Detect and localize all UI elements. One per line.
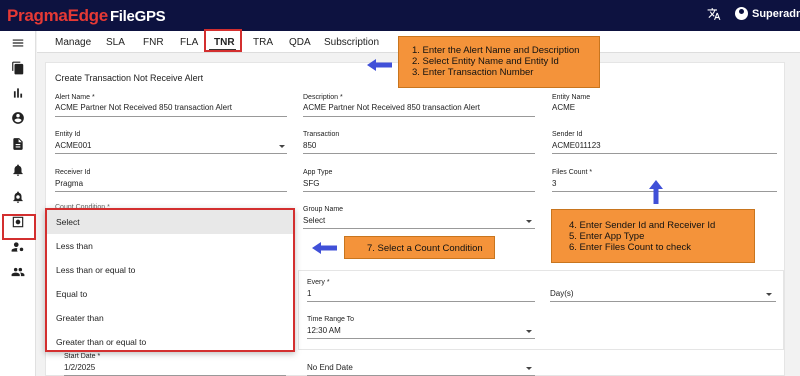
brand-name: PragmaEdge — [7, 6, 108, 25]
callout-line: 3. Enter Transaction Number — [412, 67, 534, 78]
description-label: Description * — [303, 94, 343, 101]
description-input[interactable]: ACME Partner Not Received 850 transactio… — [303, 103, 480, 112]
chevron-down-icon[interactable] — [526, 367, 532, 370]
every-label: Every * — [307, 279, 330, 286]
user-menu[interactable]: Superadmin — [735, 7, 800, 20]
files-count-underline — [552, 191, 777, 192]
app-logo[interactable]: PragmaEdge FileGPS — [7, 6, 166, 26]
dropdown-option[interactable]: Less than — [47, 234, 293, 258]
sender-id-underline — [552, 153, 777, 154]
every-unit-select[interactable]: Day(s) — [550, 289, 574, 298]
files-icon[interactable] — [9, 59, 27, 77]
form-title: Create Transaction Not Receive Alert — [55, 73, 204, 83]
end-date-select[interactable]: No End Date — [307, 363, 353, 372]
callout-line: 5. Enter App Type — [569, 231, 645, 242]
chevron-down-icon[interactable] — [766, 293, 772, 296]
receiver-id-label: Receiver Id — [55, 169, 91, 176]
dropdown-option[interactable]: Greater than — [47, 306, 293, 330]
tab-qda[interactable]: QDA — [289, 37, 311, 48]
files-count-input[interactable]: 3 — [552, 179, 556, 188]
sender-id-label: Sender Id — [552, 131, 583, 138]
every-input[interactable]: 1 — [307, 289, 311, 298]
chevron-down-icon[interactable] — [279, 145, 285, 148]
arrow-left-icon — [312, 241, 337, 254]
alert-name-underline — [55, 116, 287, 117]
chevron-down-icon[interactable] — [526, 330, 532, 333]
document-icon[interactable] — [9, 135, 27, 153]
transaction-input[interactable]: 850 — [303, 141, 316, 150]
receiver-id-underline — [55, 191, 287, 192]
tab-subscription[interactable]: Subscription — [324, 37, 379, 48]
sidebar — [0, 31, 36, 376]
app-type-underline — [303, 191, 535, 192]
tab-tra[interactable]: TRA — [253, 37, 273, 48]
instruction-callout-2: 4. Enter Sender Id and Receiver Id 5. En… — [551, 209, 755, 263]
tab-fnr[interactable]: FNR — [143, 37, 164, 48]
product-name: FileGPS — [109, 8, 166, 25]
settings-box-icon[interactable] — [9, 213, 27, 231]
group-name-select[interactable]: Select — [303, 216, 325, 225]
group-name-underline — [303, 228, 535, 229]
group-icon[interactable] — [9, 263, 27, 281]
start-date-input[interactable]: 1/2/2025 — [64, 363, 95, 372]
entity-id-label: Entity Id — [55, 131, 81, 138]
callout-line: 1. Enter the Alert Name and Description — [412, 45, 580, 56]
user-settings-icon[interactable] — [9, 238, 27, 256]
time-range-to-select[interactable]: 12:30 AM — [307, 326, 341, 335]
alert-bell-icon[interactable] — [9, 161, 27, 179]
dropdown-option[interactable]: Less than or equal to — [47, 258, 293, 282]
arrow-up-icon — [649, 180, 663, 204]
user-icon — [735, 7, 748, 20]
app-type-input[interactable]: SFG — [303, 179, 319, 188]
dropdown-option[interactable]: Equal to — [47, 282, 293, 306]
callout-line: 4. Enter Sender Id and Receiver Id — [569, 220, 716, 231]
tab-manage[interactable]: Manage — [55, 37, 91, 48]
time-range-to-label: Time Range To — [307, 316, 355, 323]
chevron-down-icon[interactable] — [526, 220, 532, 223]
receiver-id-input[interactable]: Pragma — [55, 179, 83, 188]
tab-sla[interactable]: SLA — [106, 37, 125, 48]
group-name-label: Group Name — [303, 206, 344, 213]
files-count-label: Files Count * — [552, 169, 593, 176]
sender-id-input[interactable]: ACME011123 — [552, 141, 601, 150]
start-date-label: Start Date * — [64, 353, 101, 360]
alert-name-label: Alert Name * — [55, 94, 95, 101]
account-circle-icon[interactable] — [9, 109, 27, 127]
transaction-underline — [303, 153, 535, 154]
callout-line: 7. Select a Count Condition — [367, 243, 483, 254]
entity-id-underline — [55, 153, 287, 154]
transaction-label: Transaction — [303, 131, 340, 138]
every-underline — [307, 301, 535, 302]
callout-line: 6. Enter Files Count to check — [569, 242, 691, 253]
dropdown-option[interactable]: Select — [47, 210, 293, 234]
instruction-callout-3: 7. Select a Count Condition — [344, 236, 495, 259]
instruction-callout-1: 1. Enter the Alert Name and Description … — [398, 36, 600, 88]
count-condition-dropdown: Select Less than Less than or equal to E… — [45, 208, 295, 352]
app-type-label: App Type — [303, 169, 333, 176]
alert-name-input[interactable]: ACME Partner Not Received 850 transactio… — [55, 103, 232, 112]
description-underline — [303, 116, 535, 117]
menu-icon[interactable] — [9, 34, 27, 52]
tab-fla[interactable]: FLA — [180, 37, 198, 48]
active-tab-highlight — [204, 29, 242, 52]
bar-chart-icon[interactable] — [9, 84, 27, 102]
translate-icon[interactable] — [706, 7, 722, 23]
entity-name-select[interactable]: ACME — [552, 103, 575, 112]
top-bar: PragmaEdgeFileGPS Superadmin — [0, 0, 800, 31]
dropdown-option[interactable]: Greater than or equal to — [47, 330, 293, 354]
entity-name-label: Entity Name — [552, 94, 591, 101]
time-range-to-underline — [307, 338, 535, 339]
entity-id-select[interactable]: ACME001 — [55, 141, 91, 150]
every-unit-underline — [550, 301, 776, 302]
arrow-left-icon — [367, 58, 392, 71]
user-name: Superadmin — [752, 7, 800, 20]
alert-active-icon[interactable] — [9, 188, 27, 206]
callout-line: 2. Select Entity Name and Entity Id — [412, 56, 559, 67]
